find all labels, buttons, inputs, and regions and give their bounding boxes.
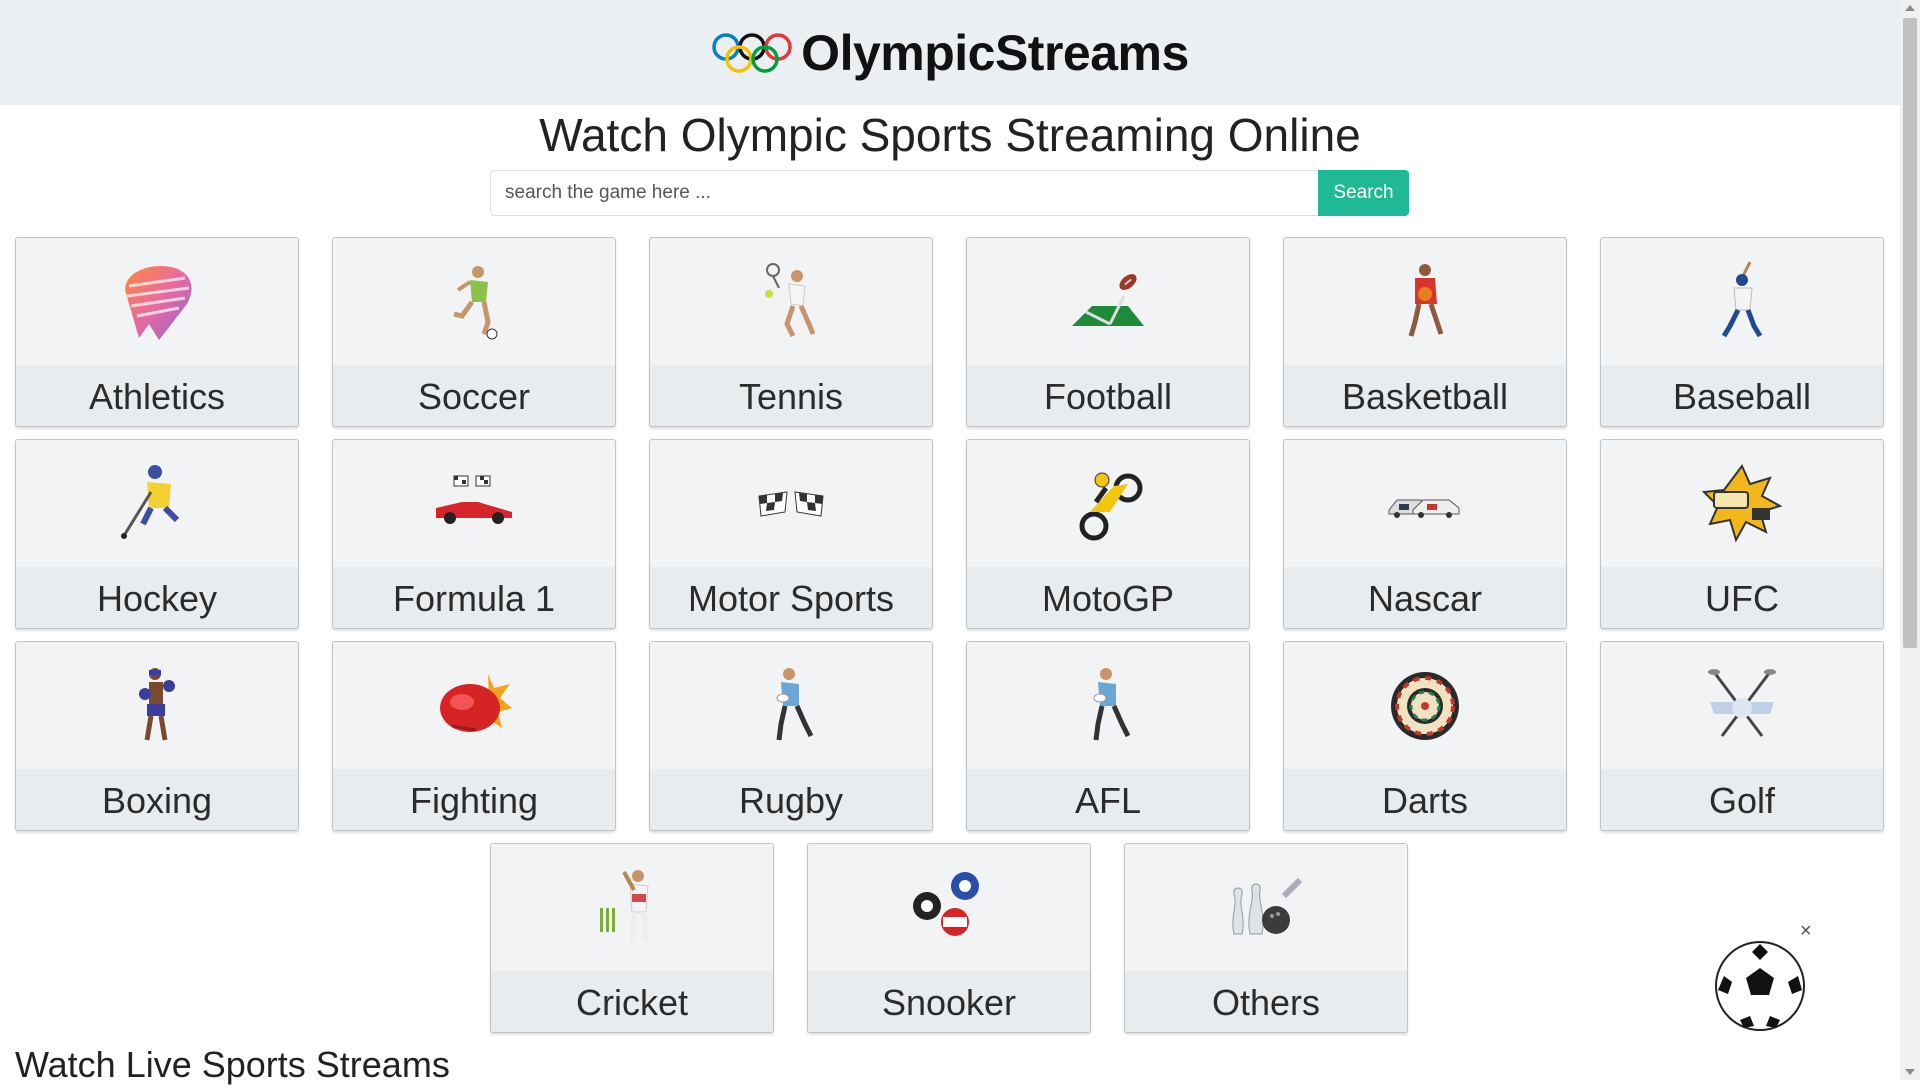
hockey-player-icon: [121, 464, 180, 539]
sport-tile-motor-sports[interactable]: Motor Sports: [649, 439, 933, 629]
motorcycle-icon: [1079, 472, 1143, 540]
sport-tile-cricket[interactable]: Cricket: [490, 843, 774, 1033]
sport-label[interactable]: Darts: [1284, 769, 1566, 830]
sport-label[interactable]: Boxing: [16, 769, 298, 830]
rugby-player-icon: [776, 667, 814, 740]
sport-tile-athletics[interactable]: Athletics: [15, 237, 299, 427]
scrollbar[interactable]: [1900, 0, 1920, 1080]
sport-tile-football[interactable]: Football: [966, 237, 1250, 427]
sport-tile-boxing[interactable]: Boxing: [15, 641, 299, 831]
section-title: Watch Live Sports Streams: [15, 1044, 450, 1085]
sport-label[interactable]: Baseball: [1601, 365, 1883, 426]
sport-label[interactable]: MotoGP: [967, 567, 1249, 628]
sport-label[interactable]: Hockey: [16, 567, 298, 628]
sport-tile-nascar[interactable]: Nascar: [1283, 439, 1567, 629]
football-icon: [1072, 273, 1144, 326]
sport-tile-rugby[interactable]: Rugby: [649, 641, 933, 831]
site-header: OlympicStreams: [0, 0, 1900, 105]
scroll-up-icon[interactable]: [1905, 5, 1915, 11]
brand-name[interactable]: OlympicStreams: [801, 24, 1189, 82]
race-car-icon: [436, 475, 512, 524]
olympic-rings-icon: [712, 32, 792, 73]
sport-label[interactable]: Motor Sports: [650, 567, 932, 628]
sport-label[interactable]: Soccer: [333, 365, 615, 426]
sport-label[interactable]: Fighting: [333, 769, 615, 830]
baseball-player-icon: [1721, 260, 1763, 337]
afl-player-icon: [1093, 667, 1131, 740]
sport-label[interactable]: UFC: [1601, 567, 1883, 628]
sport-label[interactable]: Cricket: [491, 971, 773, 1032]
checkered-flags-icon: [758, 490, 824, 517]
stock-cars-icon: [1388, 499, 1460, 518]
basketball-player-icon: [1408, 263, 1444, 337]
sport-label[interactable]: Basketball: [1284, 365, 1566, 426]
sport-tile-tennis[interactable]: Tennis: [649, 237, 933, 427]
sport-label[interactable]: Rugby: [650, 769, 932, 830]
sport-tile-soccer[interactable]: Soccer: [332, 237, 616, 427]
scroll-down-icon[interactable]: [1905, 1069, 1915, 1075]
sport-tile-fighting[interactable]: Fighting: [332, 641, 616, 831]
sport-tile-formula-1[interactable]: Formula 1: [332, 439, 616, 629]
search-form: Search: [490, 170, 1409, 216]
boxer-icon: [139, 667, 175, 740]
sport-tile-darts[interactable]: Darts: [1283, 641, 1567, 831]
sport-tile-ufc[interactable]: UFC: [1600, 439, 1884, 629]
search-button[interactable]: Search: [1318, 170, 1409, 216]
sport-label[interactable]: Athletics: [16, 365, 298, 426]
sport-label[interactable]: Others: [1125, 971, 1407, 1032]
athletics-icon: [125, 265, 192, 340]
soccer-ball-icon[interactable]: [1712, 938, 1808, 1034]
sport-tile-basketball[interactable]: Basketball: [1283, 237, 1567, 427]
sport-label[interactable]: Snooker: [808, 971, 1090, 1032]
sport-tile-afl[interactable]: AFL: [966, 641, 1250, 831]
boxing-glove-icon: [440, 673, 512, 732]
sport-tile-baseball[interactable]: Baseball: [1600, 237, 1884, 427]
cricket-player-icon: [600, 869, 649, 942]
bowling-icon: [1232, 877, 1303, 934]
sport-label[interactable]: Tennis: [650, 365, 932, 426]
sport-tile-others[interactable]: Others: [1124, 843, 1408, 1033]
sport-tile-golf[interactable]: Golf: [1600, 641, 1884, 831]
sport-label[interactable]: AFL: [967, 769, 1249, 830]
brand-logo[interactable]: OlympicStreams: [711, 24, 1189, 82]
ufc-fist-icon: [1701, 463, 1783, 543]
tennis-player-icon: [765, 262, 816, 337]
sport-label[interactable]: Football: [967, 365, 1249, 426]
billiard-balls-icon: [913, 871, 979, 936]
close-icon[interactable]: ×: [1800, 920, 1812, 943]
page-title: Watch Olympic Sports Streaming Online: [539, 109, 1361, 161]
sport-label[interactable]: Formula 1: [333, 567, 615, 628]
dartboard-icon: [1391, 671, 1459, 740]
sport-tile-hockey[interactable]: Hockey: [15, 439, 299, 629]
sport-label[interactable]: Golf: [1601, 769, 1883, 830]
soccer-player-icon: [453, 265, 498, 339]
golf-clubs-icon: [1708, 668, 1776, 737]
search-input[interactable]: [490, 170, 1318, 216]
scrollbar-thumb[interactable]: [1903, 18, 1917, 648]
sport-tile-motogp[interactable]: MotoGP: [966, 439, 1250, 629]
sport-tile-snooker[interactable]: Snooker: [807, 843, 1091, 1033]
sport-label[interactable]: Nascar: [1284, 567, 1566, 628]
